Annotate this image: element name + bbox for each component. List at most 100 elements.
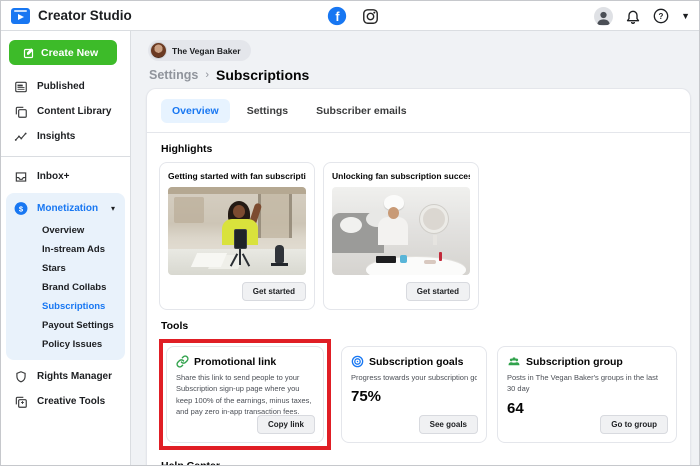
sidebar-item-rights-manager[interactable]: Rights Manager [1, 364, 130, 389]
notifications-bell-icon[interactable] [625, 8, 641, 24]
scene-papers [191, 253, 227, 267]
sidebar-item-inbox[interactable]: Inbox+ [1, 164, 130, 189]
sidebar-subitem-label: Overview [42, 225, 84, 236]
sidebar-item-label: Inbox+ [37, 171, 70, 182]
highlight-card-image [332, 187, 470, 275]
tool-card-title: Promotional link [194, 356, 276, 368]
scene-person-face [388, 207, 399, 219]
highlights-section-title: Highlights [161, 143, 676, 155]
create-new-button[interactable]: Create New [9, 40, 117, 65]
highlight-card-title: Unlocking fan subscription success [332, 171, 470, 181]
creator-studio-logo-icon[interactable] [11, 8, 30, 24]
link-icon [176, 355, 189, 368]
breadcrumb-settings-link[interactable]: Settings [149, 68, 198, 82]
help-icon[interactable]: ? [653, 8, 669, 24]
sidebar-subitem-payout-settings[interactable]: Payout Settings [6, 316, 125, 335]
get-started-button[interactable]: Get started [406, 282, 470, 301]
sidebar-subitem-policy-issues[interactable]: Policy Issues [6, 335, 125, 354]
instagram-icon[interactable] [362, 8, 379, 25]
monetization-section: $ Monetization ▾ Overview In-stream Ads … [6, 193, 125, 360]
scene-window [258, 194, 292, 238]
tools-row: Promotional link Share this link to send… [159, 339, 678, 450]
scene-phone [234, 229, 247, 249]
sidebar-item-creative-tools[interactable]: Creative Tools [1, 389, 130, 414]
highlight-card-title: Getting started with fan subscriptions [168, 171, 306, 181]
top-bar-actions: ? ▼ [594, 1, 690, 31]
sidebar-subitem-overview[interactable]: Overview [6, 221, 125, 240]
sidebar-item-label: Insights [37, 131, 75, 142]
insights-icon [14, 130, 28, 144]
content-library-icon [14, 105, 28, 119]
chevron-down-icon[interactable]: ▾ [111, 204, 115, 213]
tab-bar: Overview Settings Subscriber emails [147, 98, 690, 133]
breadcrumb-chevron-icon: › [205, 69, 209, 81]
go-to-group-button[interactable]: Go to group [600, 415, 668, 434]
svg-text:?: ? [659, 12, 664, 21]
sidebar-subitem-instream-ads[interactable]: In-stream Ads [6, 240, 125, 259]
scene-shelf [174, 197, 204, 223]
tool-card-title: Subscription goals [369, 356, 464, 368]
sidebar-subitem-subscriptions[interactable]: Subscriptions [6, 297, 125, 316]
page-selector-chip[interactable]: The Vegan Baker [148, 40, 251, 61]
scene-person-face [233, 205, 245, 218]
sidebar: Create New Published Content Library Ins… [1, 31, 131, 465]
copy-link-button[interactable]: Copy link [257, 415, 315, 434]
profile-avatar[interactable] [594, 7, 613, 26]
tab-overview[interactable]: Overview [161, 99, 230, 123]
sidebar-subitem-label: Policy Issues [42, 339, 102, 350]
subscription-goal-percentage: 75% [351, 388, 477, 405]
page-title: Subscriptions [216, 67, 309, 83]
tools-section-title: Tools [161, 320, 676, 332]
sidebar-subitem-brand-collabs[interactable]: Brand Collabs [6, 278, 125, 297]
tool-card-description: Progress towards your subscription goal. [351, 372, 477, 383]
sidebar-item-monetization[interactable]: $ Monetization ▾ [6, 195, 125, 221]
breadcrumb: Settings › Subscriptions [149, 67, 309, 83]
published-icon [14, 80, 28, 94]
sidebar-divider [1, 156, 130, 157]
highlight-card-image [168, 187, 306, 275]
promotional-link-highlight-box: Promotional link Share this link to send… [159, 339, 331, 450]
sidebar-item-content-library[interactable]: Content Library [1, 99, 130, 124]
tool-card-description: Posts in The Vegan Baker's groups in the… [507, 372, 667, 395]
account-menu-caret-icon[interactable]: ▼ [681, 11, 690, 21]
target-icon [351, 355, 364, 368]
tool-card-subscription-group: Subscription group Posts in The Vegan Ba… [497, 346, 677, 443]
main-content: The Vegan Baker Settings › Subscriptions… [131, 31, 699, 465]
facebook-icon[interactable]: f [327, 6, 347, 26]
scene-lipstick [439, 252, 442, 261]
app-title: Creator Studio [38, 8, 132, 23]
scene-person-robe [378, 217, 408, 245]
highlights-row: Getting started with fan subscriptions [159, 162, 678, 310]
sidebar-item-published[interactable]: Published [1, 74, 130, 99]
tool-card-promotional-link: Promotional link Share this link to send… [166, 346, 324, 443]
get-started-button[interactable]: Get started [242, 282, 306, 301]
page-avatar [150, 42, 167, 59]
sidebar-item-insights[interactable]: Insights [1, 124, 130, 149]
inbox-icon [14, 170, 28, 184]
tool-card-description: Share this link to send people to your S… [176, 372, 314, 417]
monetization-dollar-icon: $ [14, 201, 28, 216]
creator-studio-window: Creator Studio f ? ▼ [0, 0, 700, 466]
sidebar-subitem-label: Payout Settings [42, 320, 114, 331]
tool-card-subscription-goals: Subscription goals Progress towards your… [341, 346, 487, 443]
group-icon [507, 355, 521, 368]
scene-tripod [239, 248, 241, 265]
tool-card-title: Subscription group [526, 356, 623, 368]
scene-makeup-palette [376, 256, 396, 263]
platform-switcher: f [327, 1, 379, 31]
create-new-label: Create New [41, 47, 98, 59]
sidebar-subitem-stars[interactable]: Stars [6, 259, 125, 278]
highlight-card-getting-started: Getting started with fan subscriptions [159, 162, 315, 310]
highlight-card-unlocking-success: Unlocking fan subscription success [323, 162, 479, 310]
sidebar-item-label: Content Library [37, 106, 111, 117]
top-bar: Creator Studio f ? ▼ [1, 1, 699, 31]
tab-settings[interactable]: Settings [236, 99, 299, 123]
see-goals-button[interactable]: See goals [419, 415, 478, 434]
scene-pillows [340, 217, 362, 233]
sidebar-subitem-label: In-stream Ads [42, 244, 105, 255]
compose-icon [23, 47, 35, 59]
tab-subscriber-emails[interactable]: Subscriber emails [305, 99, 417, 123]
sidebar-item-label: Rights Manager [37, 371, 112, 382]
sidebar-subitem-label: Subscriptions [42, 301, 105, 312]
group-posts-count: 64 [507, 400, 667, 417]
